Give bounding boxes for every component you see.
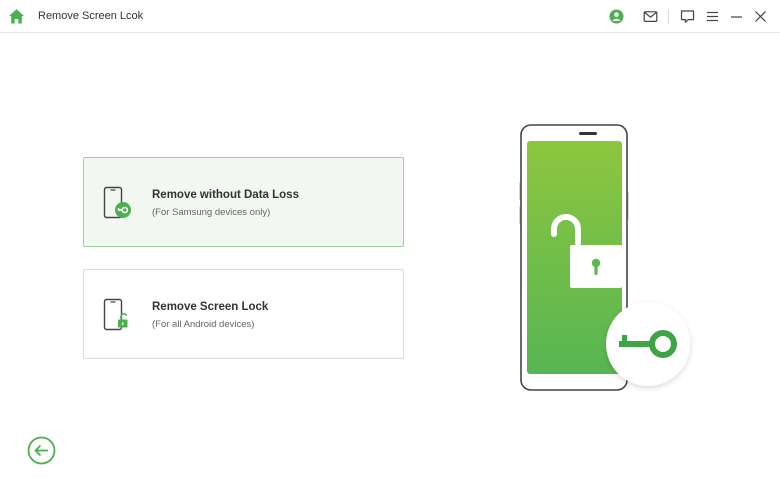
titlebar-divider — [668, 9, 669, 24]
option-remove-screen-lock[interactable]: Remove Screen Lock (For all Android devi… — [83, 269, 404, 359]
title-bar: Remove Screen Lcok — [0, 0, 780, 33]
option-remove-without-data-loss[interactable]: Remove without Data Loss (For Samsung de… — [83, 157, 404, 247]
window-title: Remove Screen Lcok — [38, 10, 144, 22]
option-title: Remove without Data Loss — [152, 189, 299, 201]
option-title: Remove Screen Lock — [152, 301, 269, 313]
phone-illustration — [519, 124, 690, 391]
account-icon[interactable] — [609, 9, 624, 24]
menu-icon[interactable] — [705, 9, 720, 24]
phone-key-icon — [103, 186, 131, 219]
option-subtitle: (For all Android devices) — [152, 319, 255, 330]
app-window: Remove Screen Lcok Remove without Data L… — [0, 0, 780, 481]
feedback-icon[interactable] — [680, 9, 695, 24]
minimize-icon[interactable] — [729, 9, 744, 24]
home-icon[interactable] — [8, 8, 25, 25]
phone-unlock-icon — [103, 298, 128, 331]
back-arrow-icon[interactable] — [27, 436, 56, 465]
close-icon[interactable] — [753, 9, 768, 24]
key-badge-icon — [606, 302, 690, 386]
option-subtitle: (For Samsung devices only) — [152, 207, 271, 218]
mail-icon[interactable] — [643, 9, 658, 24]
